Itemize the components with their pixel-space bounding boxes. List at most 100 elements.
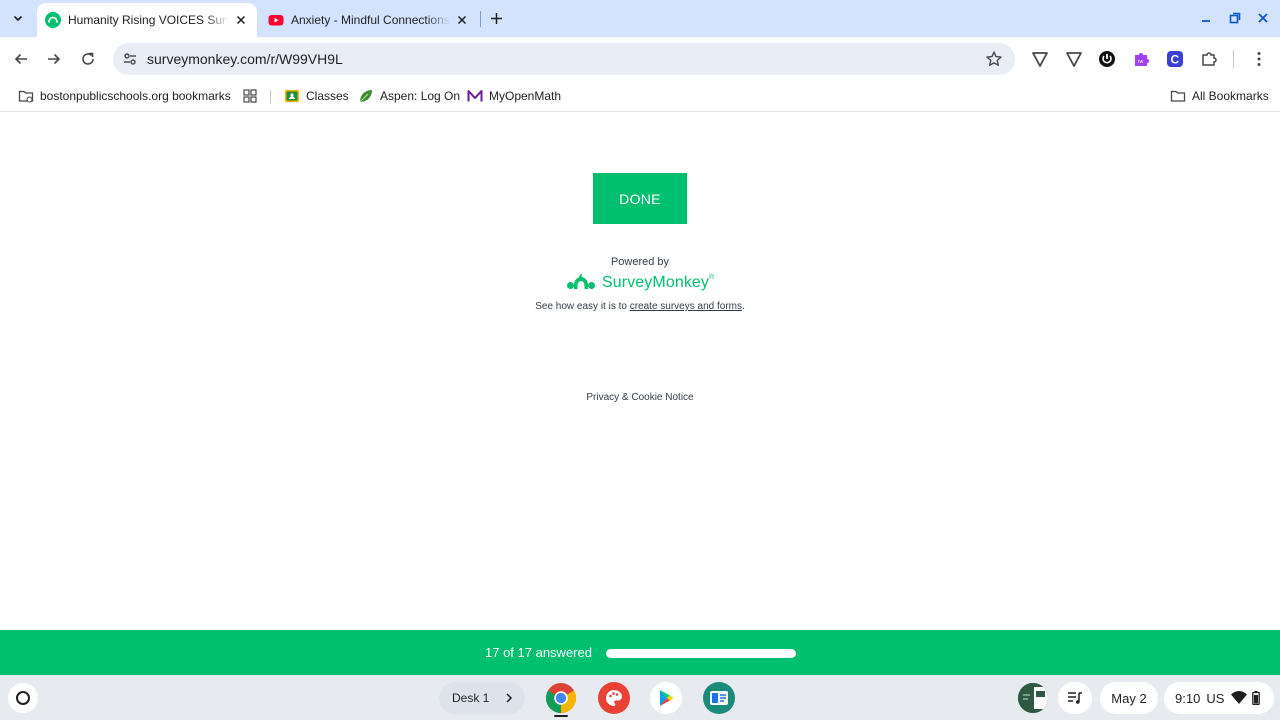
classroom-app-icon <box>710 691 728 705</box>
progress-fill <box>606 649 796 658</box>
tab-close-button[interactable] <box>233 12 249 28</box>
arrow-left-icon <box>14 53 27 65</box>
avatar-image-icon <box>1018 683 1048 713</box>
extension-shield-2-button[interactable] <box>1064 49 1084 69</box>
tab-separator <box>480 11 481 27</box>
tab-title: Humanity Rising VOICES Surve <box>68 13 229 27</box>
apps-grid-icon <box>242 88 258 104</box>
privacy-cookie-link[interactable]: Privacy & Cookie Notice <box>0 392 1280 403</box>
canvas-paint-icon <box>606 690 622 706</box>
canvas-app[interactable] <box>598 682 630 714</box>
avatar[interactable] <box>1018 683 1048 713</box>
tagline-prefix: See how easy it is to <box>535 301 630 312</box>
bookmark-apps[interactable] <box>242 86 264 106</box>
surveymonkey-favicon-icon <box>45 12 61 28</box>
star-icon[interactable] <box>985 50 1003 68</box>
svg-text:C: C <box>1171 53 1180 67</box>
tab-search-button[interactable] <box>7 7 29 29</box>
create-surveys-link[interactable]: create surveys and forms <box>630 301 742 312</box>
back-button[interactable] <box>11 49 31 69</box>
browser-toolbar: surveymonkey.com/r/W99VH9L rw C <box>0 37 1280 81</box>
chevron-down-icon <box>13 15 23 22</box>
done-button[interactable]: DONE <box>593 173 687 224</box>
reload-button[interactable] <box>78 49 98 69</box>
chrome-menu-button[interactable] <box>1249 49 1269 69</box>
extension-shield-button[interactable] <box>1030 49 1050 69</box>
close-window-button[interactable] <box>1253 8 1273 28</box>
close-icon <box>457 15 467 25</box>
arrow-right-icon <box>48 53 61 65</box>
close-icon <box>1258 13 1268 23</box>
new-tab-button[interactable] <box>486 8 506 28</box>
bookmark-myopenmath[interactable]: MyOpenMath <box>467 86 561 106</box>
bookmark-bostonpublicschools[interactable]: bostonpublicschools.org bookmarks <box>18 86 231 106</box>
locale-label: US <box>1206 690 1225 706</box>
date-tray-button[interactable]: May 2 <box>1100 682 1158 714</box>
surveymonkey-logo[interactable]: SurveyMonkey® <box>566 271 714 295</box>
minimize-button[interactable] <box>1196 8 1216 28</box>
aspen-leaf-icon <box>358 88 374 104</box>
play-store-app[interactable] <box>650 682 682 714</box>
bookmark-classes[interactable]: Classes <box>284 86 349 106</box>
extension-c-button[interactable]: C <box>1165 49 1185 69</box>
reload-icon <box>82 52 94 65</box>
chrome-app[interactable] <box>545 682 577 714</box>
play-store-icon <box>660 690 674 706</box>
svg-text:rw: rw <box>1138 59 1144 65</box>
shield-icon <box>1032 52 1048 67</box>
date-label: May 2 <box>1111 690 1147 706</box>
url-text[interactable]: surveymonkey.com/r/W99VH9L <box>147 51 343 67</box>
tab-title: Anxiety - Mindful Connections <box>291 13 450 27</box>
battery-icon <box>1252 691 1261 705</box>
trademark-mark: ® <box>709 274 715 281</box>
managed-folder-icon <box>18 88 34 104</box>
progress-label: 17 of 17 answered <box>485 645 592 660</box>
bookmark-aspen[interactable]: Aspen: Log On <box>358 86 460 106</box>
shield-icon <box>1066 52 1082 67</box>
toolbar-separator <box>1233 50 1234 68</box>
puzzle-icon <box>1202 52 1217 66</box>
close-icon <box>236 15 246 25</box>
system-tray-button[interactable]: 9:10 US <box>1164 682 1274 714</box>
more-vertical-icon <box>1257 52 1261 66</box>
extension-puzzle-purple-button[interactable]: rw <box>1131 49 1151 69</box>
bookmark-separator <box>270 90 271 104</box>
wifi-icon <box>1231 691 1248 704</box>
site-info-button[interactable] <box>121 50 139 68</box>
launcher-button[interactable] <box>8 683 38 713</box>
power-icon <box>1099 51 1115 67</box>
survey-progress-bar: 17 of 17 answered <box>0 630 1280 675</box>
google-classroom-icon <box>284 88 300 104</box>
chevron-right-icon <box>506 693 513 703</box>
forward-button[interactable] <box>44 49 64 69</box>
tab-humanity-rising[interactable]: Humanity Rising VOICES Surve <box>37 3 257 37</box>
tagline: See how easy it is to create surveys and… <box>0 301 1280 312</box>
powered-by-label: Powered by <box>610 256 670 268</box>
all-bookmarks-button[interactable]: All Bookmarks <box>1170 86 1269 106</box>
bookmark-label: bostonpublicschools.org bookmarks <box>40 89 231 103</box>
address-bar[interactable]: surveymonkey.com/r/W99VH9L <box>113 43 1015 75</box>
desk-label: Desk 1 <box>452 691 490 705</box>
extension-power-button[interactable] <box>1097 49 1117 69</box>
all-bookmarks-label: All Bookmarks <box>1192 89 1269 103</box>
tab-strip: Humanity Rising VOICES Surve Anxiety - M… <box>0 0 1280 37</box>
restore-button[interactable] <box>1225 8 1245 28</box>
desk-switcher[interactable]: Desk 1 <box>439 682 525 714</box>
chromeos-shelf: Desk 1 May 2 9:10 US <box>0 675 1280 720</box>
launcher-circle-icon <box>16 691 30 705</box>
active-app-indicator <box>554 715 568 717</box>
classroom-app[interactable] <box>703 682 735 714</box>
tune-icon <box>124 53 136 65</box>
tagline-suffix: . <box>741 301 745 312</box>
media-controls-button[interactable] <box>1058 682 1092 714</box>
bookmarks-bar: bostonpublicschools.org bookmarks Classe… <box>0 81 1280 112</box>
minimize-icon <box>1202 20 1210 22</box>
tab-close-button[interactable] <box>454 12 470 28</box>
surveymonkey-logo-icon <box>567 274 595 289</box>
chrome-icon <box>545 683 577 713</box>
tab-anxiety-mindful[interactable]: Anxiety - Mindful Connections <box>260 3 478 37</box>
c-logo-icon: C <box>1167 51 1183 67</box>
time-label: 9:10 <box>1175 690 1201 706</box>
queue-music-icon <box>1068 692 1082 704</box>
extensions-menu-button[interactable] <box>1199 49 1219 69</box>
